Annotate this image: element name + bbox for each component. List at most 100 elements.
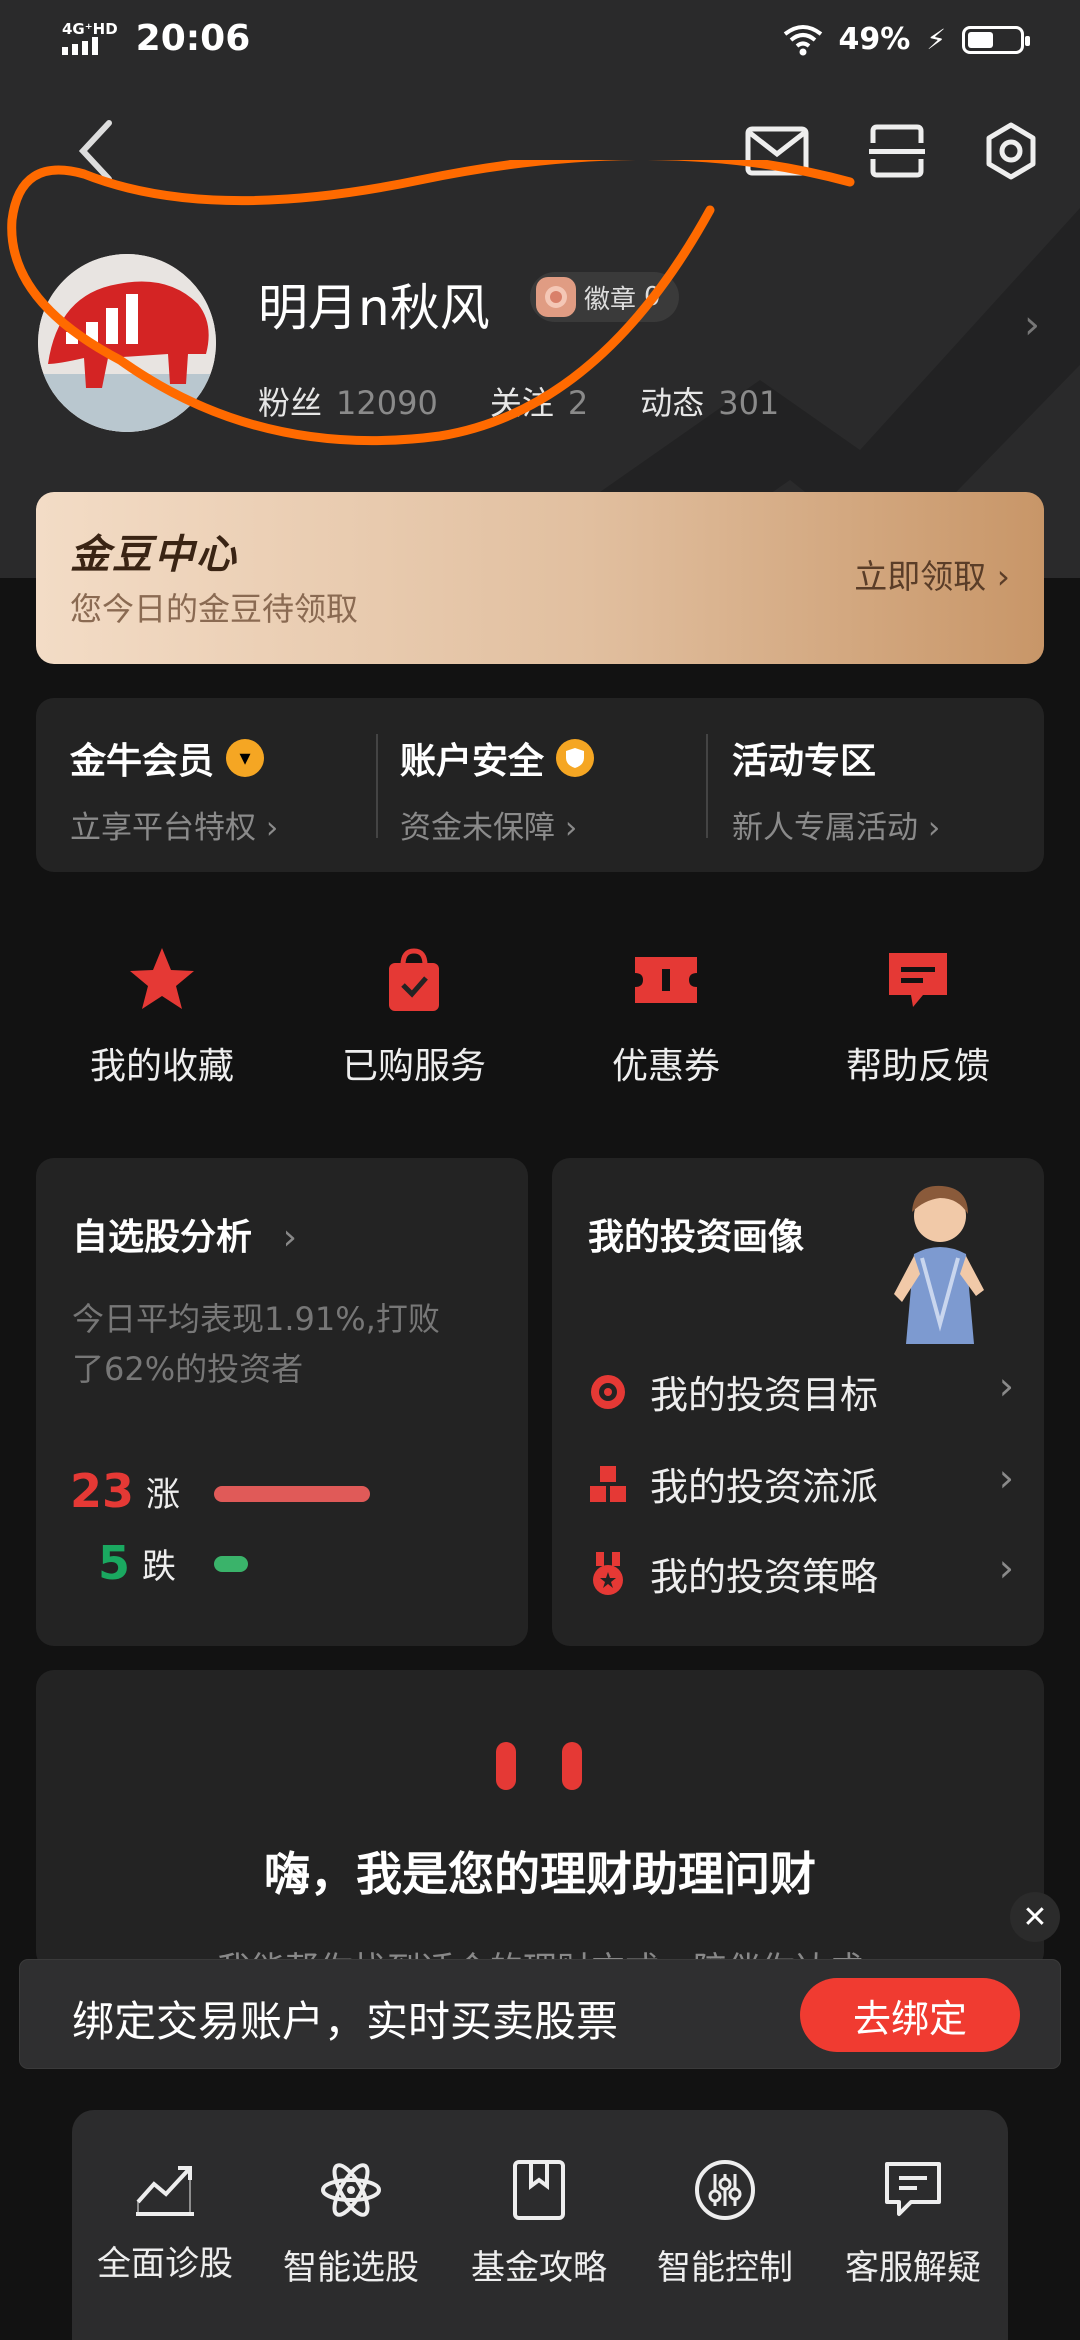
member-vip[interactable]: 金牛会员 ▾ 立享平台特权 › [70, 732, 278, 847]
medal-badge[interactable]: 徽章 0 [530, 272, 679, 322]
down-label: 跌 [142, 1546, 177, 1587]
activity-subtitle: 新人专属活动 [732, 810, 918, 846]
up-label: 涨 [146, 1474, 181, 1515]
portrait-goal-label: 我的投资目标 [650, 1373, 879, 1417]
watchlist-description: 今日平均表现1.91%,打败 了62%的投资者 [72, 1294, 440, 1394]
bind-button[interactable]: 去绑定 [800, 1978, 1020, 2052]
bind-banner-text: 绑定交易账户，实时买卖股票 [72, 1997, 619, 2046]
watchlist-title-text: 自选股分析 [72, 1217, 253, 1258]
security-subtitle: 资金未保障 [400, 810, 555, 846]
vip-subtitle: 立享平台特权 [70, 810, 256, 846]
assistant-title: 嗨，我是您的理财助理问财 [264, 1847, 816, 1901]
chevron-right-icon[interactable]: › [1024, 302, 1040, 348]
assistant-eye-right [562, 1742, 582, 1790]
favorites-button[interactable]: 我的收藏 [52, 945, 272, 1089]
battery-fill [968, 31, 993, 48]
bull-logo-icon [38, 254, 216, 432]
tool-smart-picks[interactable]: 智能选股 [258, 2158, 444, 2289]
stat-fans[interactable]: 粉丝 12090 [258, 378, 438, 424]
portrait-style-label: 我的投资流派 [650, 1465, 879, 1509]
tool-stock-diagnosis[interactable]: 全面诊股 [72, 2158, 258, 2285]
message-icon [889, 953, 947, 1007]
help-feedback-button[interactable]: 帮助反馈 [808, 945, 1028, 1089]
back-button[interactable] [60, 116, 130, 186]
shield-icon [556, 739, 595, 777]
member-security[interactable]: 账户安全 资金未保障 › [400, 732, 595, 847]
watchlist-analysis-card[interactable]: 自选股分析 › 今日平均表现1.91%,打败 了62%的投资者 23 涨 5 跌 [36, 1158, 528, 1646]
coin-center-card[interactable]: 金豆中心 您今日的金豆待领取 立即领取 › [36, 492, 1044, 664]
up-row: 23 涨 [70, 1464, 180, 1518]
coin-center-title: 金豆中心 [70, 532, 238, 578]
wifi-icon [783, 24, 822, 55]
avatar[interactable] [38, 254, 216, 432]
scan-button[interactable] [862, 116, 932, 186]
portrait-strategy[interactable]: 我的投资策略 [588, 1546, 878, 1601]
star-icon [130, 948, 194, 1009]
status-left: 4G⁺HD 20:06 [62, 18, 250, 59]
tool-label: 智能控制 [657, 2248, 793, 2288]
close-banner-button[interactable]: ✕ [1010, 1892, 1060, 1942]
member-row-card: 金牛会员 ▾ 立享平台特权 › 账户安全 资金未保障 › 活动专区 新人专属活动… [36, 698, 1044, 872]
chevron-right-icon[interactable]: › [999, 1456, 1014, 1500]
mail-icon [745, 126, 809, 176]
cubes-icon [590, 1465, 626, 1502]
coupon-icon [635, 957, 697, 1003]
bind-account-banner: 绑定交易账户，实时买卖股票 去绑定 [20, 1960, 1060, 2068]
medal-label: 徽章 [584, 284, 637, 315]
assistant-eye-left [496, 1742, 516, 1790]
chevron-right-icon: › [282, 1217, 297, 1258]
status-right: 49% ⚡ [783, 22, 1030, 57]
claim-button[interactable]: 立即领取 › [854, 550, 1010, 598]
stat-posts[interactable]: 动态 301 [640, 378, 779, 424]
coin-center-subtitle: 您今日的金豆待领取 [70, 590, 359, 628]
assistant-card[interactable]: 嗨，我是您的理财助理问财 我能帮你找到适合的理财方式，陪伴你达成 [36, 1670, 1044, 1970]
settings-button[interactable] [976, 116, 1046, 186]
tool-label: 智能选股 [283, 2248, 419, 2288]
portrait-title: 我的投资画像 [588, 1217, 805, 1258]
down-count: 5 [98, 1536, 131, 1590]
mail-button[interactable] [742, 116, 812, 186]
tool-fund-guide[interactable]: 基金攻略 [446, 2158, 632, 2289]
status-bar: 4G⁺HD 20:06 49% ⚡ [0, 0, 1080, 84]
watchlist-title: 自选股分析 › [72, 1208, 297, 1260]
portrait-goal[interactable]: 我的投资目标 [588, 1364, 878, 1419]
coupons-button[interactable]: 优惠券 [556, 945, 776, 1089]
tool-customer-service[interactable]: 客服解疑 [820, 2158, 1006, 2289]
network-type: 4G⁺HD [62, 20, 118, 38]
battery-percent: 49% [838, 22, 911, 57]
chat-icon [885, 2162, 941, 2216]
scan-icon [869, 124, 925, 178]
up-bar [214, 1486, 370, 1502]
charging-icon: ⚡ [926, 23, 946, 56]
tool-smart-control[interactable]: 智能控制 [632, 2158, 818, 2289]
purchased-button[interactable]: 已购服务 [304, 945, 524, 1089]
favorites-label: 我的收藏 [89, 1046, 234, 1087]
chevron-right-icon[interactable]: › [999, 1546, 1014, 1590]
portrait-strategy-label: 我的投资策略 [650, 1555, 879, 1599]
chevron-right-icon: › [996, 557, 1010, 596]
chevron-right-icon[interactable]: › [999, 1364, 1014, 1408]
gear-icon [986, 122, 1036, 180]
tool-label: 全面诊股 [97, 2244, 233, 2284]
atom-icon [321, 2163, 381, 2217]
chevron-left-icon [78, 120, 112, 182]
down-bar [214, 1556, 248, 1572]
stat-following[interactable]: 关注 2 [490, 378, 588, 424]
purchased-label: 已购服务 [341, 1046, 486, 1087]
activity-title: 活动专区 [732, 741, 877, 782]
medal-count: 0 [644, 282, 661, 312]
medal-icon [593, 1551, 623, 1595]
profile-stats: 粉丝 12090 关注 2 动态 301 [258, 378, 779, 424]
clock: 20:06 [135, 18, 251, 59]
up-count: 23 [70, 1464, 135, 1518]
sliders-icon [695, 2160, 755, 2220]
divider [706, 734, 708, 838]
username[interactable]: 明月n秋风 [258, 268, 490, 340]
member-activity[interactable]: 活动专区 新人专属活动 › [732, 732, 940, 847]
tools-bar: 全面诊股 智能选股 基金攻略 智能控制 客服解疑 [72, 2110, 1008, 2340]
close-icon: ✕ [1022, 1899, 1048, 1935]
shopping-bag-icon [389, 948, 439, 1011]
vip-title: 金牛会员 [70, 741, 215, 782]
bookmark-book-icon [513, 2160, 565, 2220]
portrait-style[interactable]: 我的投资流派 [588, 1456, 878, 1511]
